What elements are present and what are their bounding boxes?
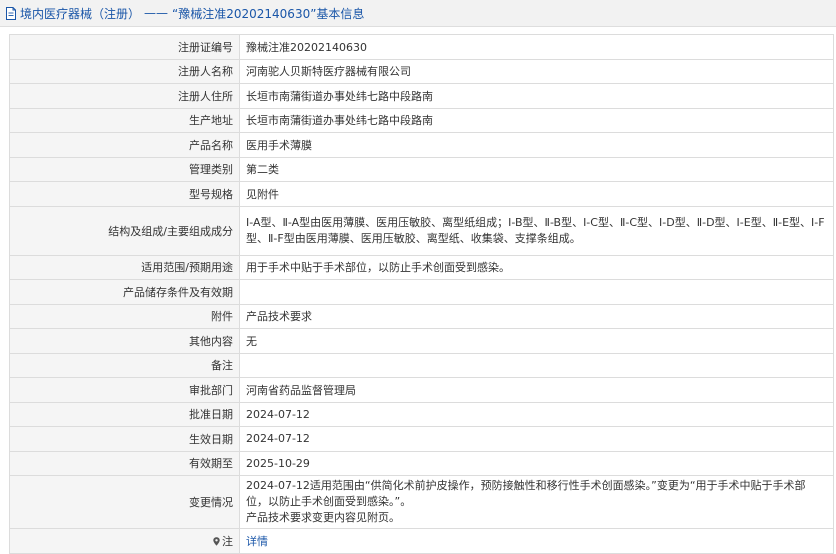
field-label: 变更情况 <box>9 475 240 529</box>
footer-label: 注 <box>222 534 233 548</box>
product-name-value: 医用手术薄膜 <box>239 132 834 158</box>
field-label: 产品储存条件及有效期 <box>9 279 240 305</box>
field-label: 结构及组成/主要组成成分 <box>9 205 240 256</box>
field-label: 其他内容 <box>9 328 240 354</box>
details-cell: 详情 <box>239 528 834 554</box>
row-reg-no: 注册证编号 豫械注准20202140630 <box>9 34 834 60</box>
registration-number-value: 豫械注准20202140630 <box>239 34 834 60</box>
row-remark: 备注 <box>9 352 834 378</box>
document-icon <box>6 6 16 20</box>
field-label: 注册人住所 <box>9 83 240 109</box>
approval-date-value: 2024-07-12 <box>239 401 834 427</box>
model-spec-value: 见附件 <box>239 181 834 207</box>
field-label: 注册证编号 <box>9 34 240 60</box>
change-history-line: 产品技术要求变更内容见附页。 <box>246 511 400 524</box>
row-category: 管理类别 第二类 <box>9 156 834 182</box>
field-label: 管理类别 <box>9 156 240 182</box>
row-storage: 产品储存条件及有效期 <box>9 279 834 305</box>
field-label: 审批部门 <box>9 377 240 403</box>
row-attachment: 附件 产品技术要求 <box>9 303 834 329</box>
field-label: 适用范围/预期用途 <box>9 254 240 280</box>
row-structure: 结构及组成/主要组成成分 Ⅰ-A型、Ⅱ-A型由医用薄膜、医用压敏胶、离型纸组成；… <box>9 205 834 256</box>
record-title: “豫械注准20202140630”基本信息 <box>172 6 365 21</box>
breadcrumb-section[interactable]: 境内医疗器械（注册） <box>20 5 140 22</box>
row-product: 产品名称 医用手术薄膜 <box>9 132 834 158</box>
other-content-value: 无 <box>239 328 834 354</box>
structure-composition-value: Ⅰ-A型、Ⅱ-A型由医用薄膜、医用压敏胶、离型纸组成；Ⅰ-B型、Ⅱ-B型、Ⅰ-C… <box>239 205 834 256</box>
field-label: 有效期至 <box>9 450 240 476</box>
row-other: 其他内容 无 <box>9 328 834 354</box>
row-approver: 审批部门 河南省药品监督管理局 <box>9 377 834 403</box>
row-approve-date: 批准日期 2024-07-12 <box>9 401 834 427</box>
intended-use-value: 用于手术中贴于手术部位，以防止手术创面受到感染。 <box>239 254 834 280</box>
map-pin-icon <box>213 537 220 546</box>
management-category-value: 第二类 <box>239 156 834 182</box>
details-link[interactable]: 详情 <box>246 535 268 548</box>
footer-label-cell: 注 <box>9 528 240 554</box>
change-history-value: 2024-07-12适用范围由“供简化术前护皮操作，预防接触性和移行性手术创面感… <box>239 475 834 529</box>
field-label: 注册人名称 <box>9 58 240 84</box>
storage-conditions-value <box>239 279 834 305</box>
registration-info-table: 注册证编号 豫械注准20202140630 注册人名称 河南驼人贝斯特医疗器械有… <box>9 34 834 554</box>
field-label: 批准日期 <box>9 401 240 427</box>
registrant-address-value: 长垣市南蒲街道办事处纬七路中段路南 <box>239 83 834 109</box>
breadcrumb-separator: —— <box>144 6 169 20</box>
row-registrant: 注册人名称 河南驼人贝斯特医疗器械有限公司 <box>9 58 834 84</box>
registrant-name-value: 河南驼人贝斯特医疗器械有限公司 <box>239 58 834 84</box>
remark-value <box>239 352 834 378</box>
row-scope: 适用范围/预期用途 用于手术中贴于手术部位，以防止手术创面受到感染。 <box>9 254 834 280</box>
row-effective: 生效日期 2024-07-12 <box>9 426 834 452</box>
row-changes: 变更情况 2024-07-12适用范围由“供简化术前护皮操作，预防接触性和移行性… <box>9 475 834 529</box>
field-label: 产品名称 <box>9 132 240 158</box>
approval-department-value: 河南省药品监督管理局 <box>239 377 834 403</box>
attachment-value: 产品技术要求 <box>239 303 834 329</box>
field-label: 备注 <box>9 352 240 378</box>
page-header: 境内医疗器械（注册） —— “豫械注准20202140630”基本信息 <box>0 0 836 27</box>
field-label: 附件 <box>9 303 240 329</box>
field-label: 生效日期 <box>9 426 240 452</box>
field-label: 型号规格 <box>9 181 240 207</box>
field-label: 生产地址 <box>9 107 240 133</box>
row-model: 型号规格 见附件 <box>9 181 834 207</box>
row-expiry: 有效期至 2025-10-29 <box>9 450 834 476</box>
expiry-date-value: 2025-10-29 <box>239 450 834 476</box>
row-residence: 注册人住所 长垣市南蒲街道办事处纬七路中段路南 <box>9 83 834 109</box>
effective-date-value: 2024-07-12 <box>239 426 834 452</box>
change-history-line: 2024-07-12适用范围由“供简化术前护皮操作，预防接触性和移行性手术创面感… <box>246 479 806 508</box>
row-production: 生产地址 长垣市南蒲街道办事处纬七路中段路南 <box>9 107 834 133</box>
row-footer: 注 详情 <box>9 528 834 554</box>
production-address-value: 长垣市南蒲街道办事处纬七路中段路南 <box>239 107 834 133</box>
